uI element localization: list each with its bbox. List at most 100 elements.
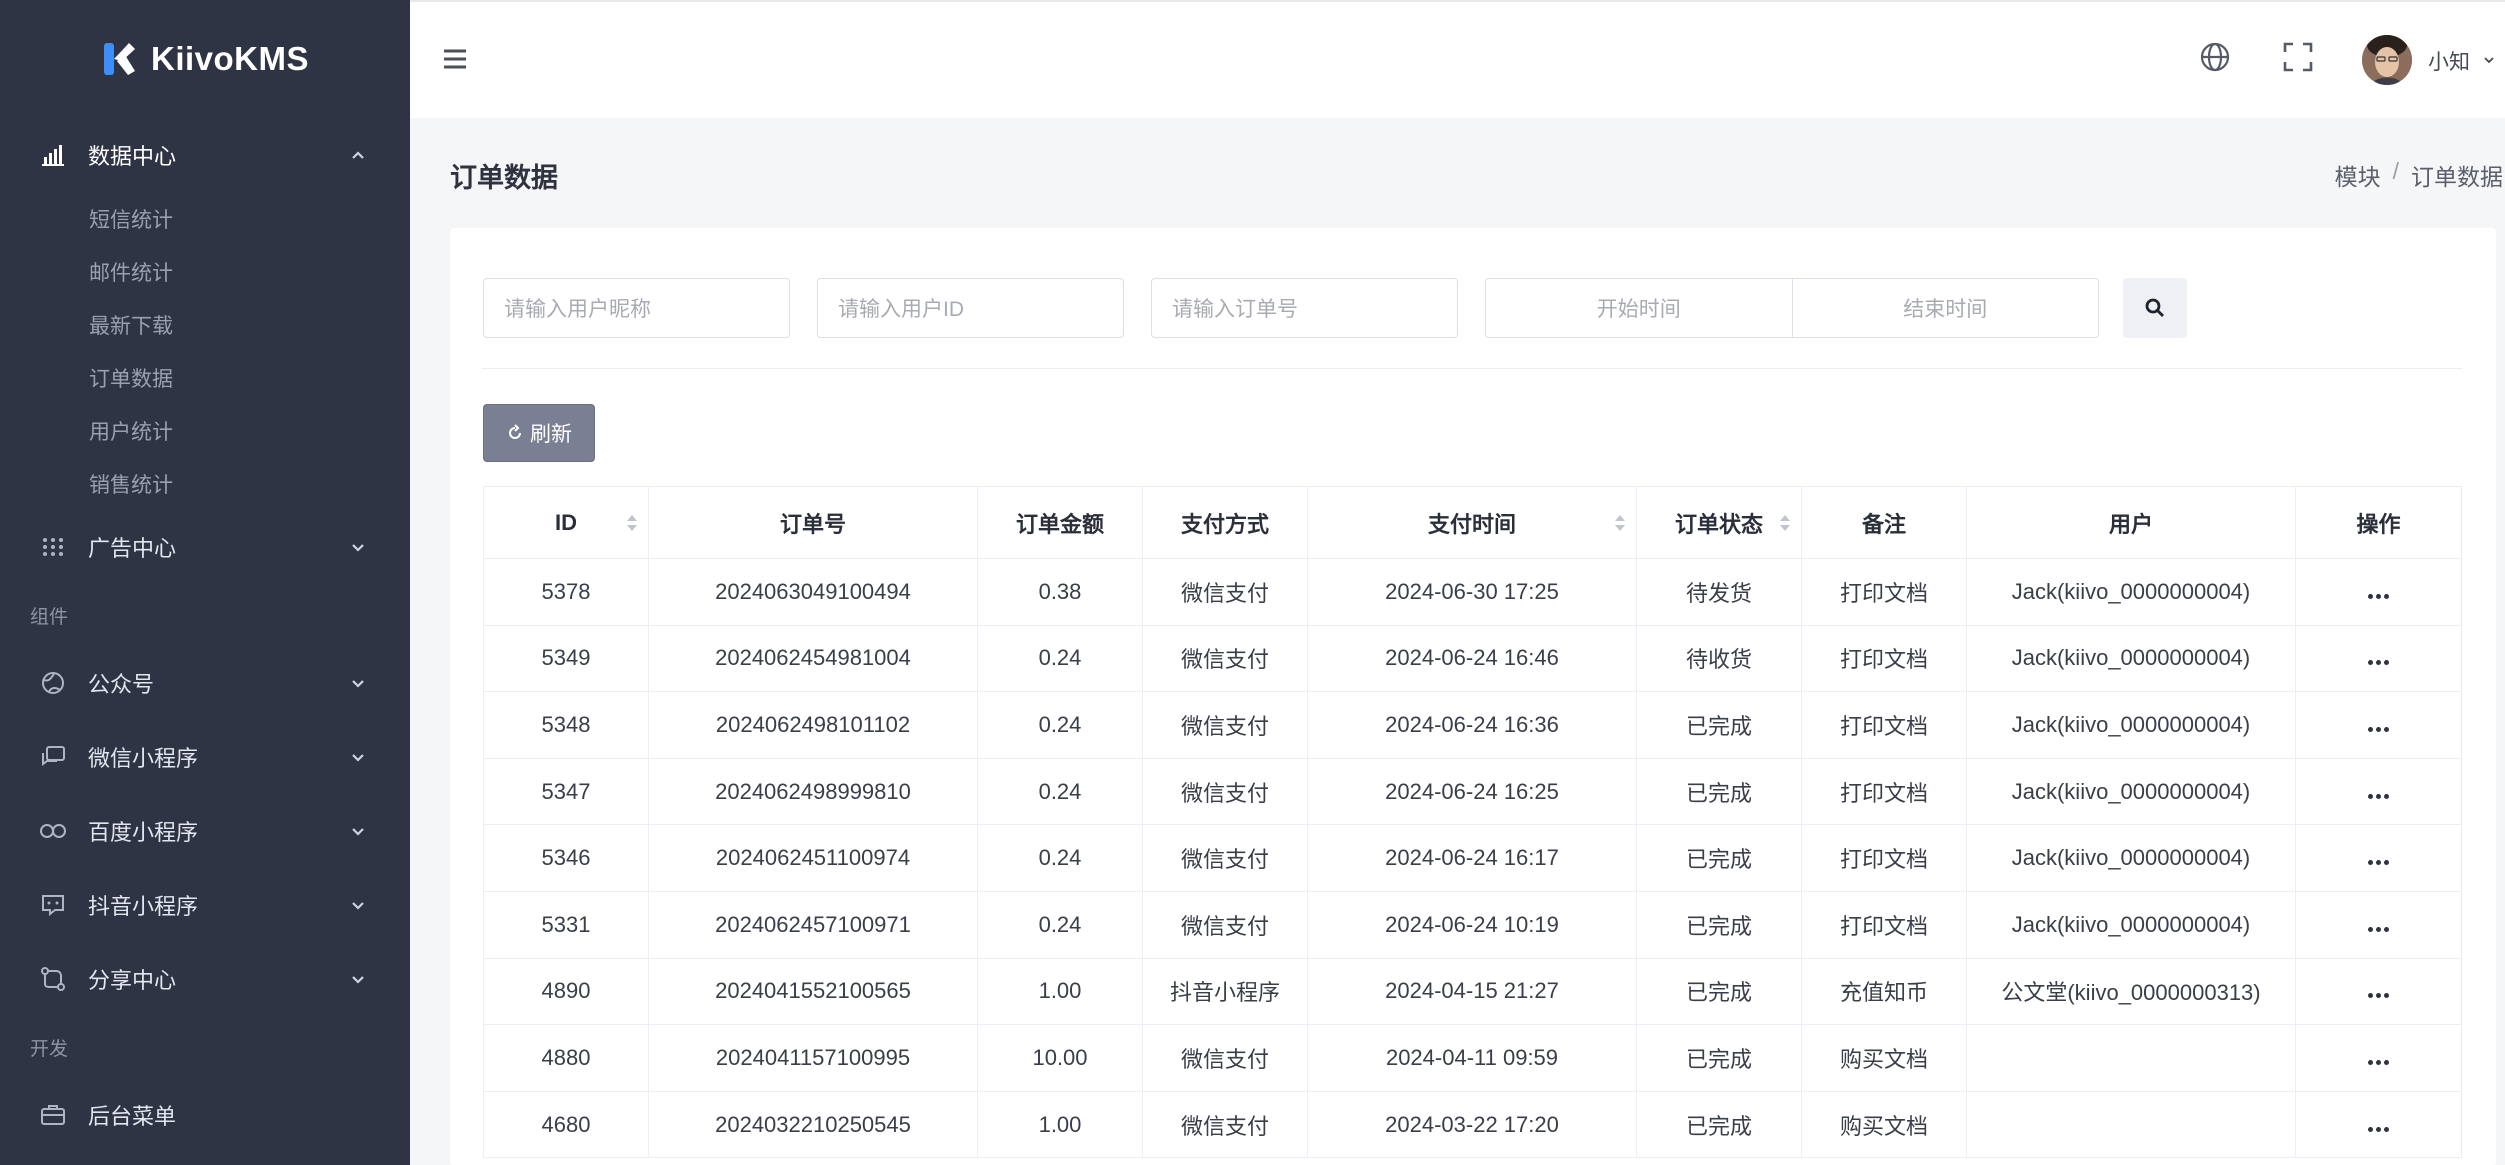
col-header-id[interactable]: ID (483, 486, 649, 559)
cell-order-no: 2024062498101102 (648, 691, 978, 759)
sort-icon[interactable] (626, 512, 638, 534)
submenu-item-order-data[interactable]: 订单数据 (0, 351, 410, 404)
col-header-order-no: 订单号 (648, 486, 978, 559)
menu-label: 数据中心 (88, 144, 177, 169)
menu-wechat-miniprogram[interactable]: 微信小程序 (0, 720, 410, 794)
more-actions-icon[interactable] (2368, 993, 2389, 999)
start-date-input[interactable]: 开始时间 (1486, 279, 1792, 337)
cell-amount: 1.00 (977, 1090, 1143, 1159)
chevron-down-icon (352, 828, 364, 836)
table-row: 5347 2024062498999810 0.24 微信支付 2024-06-24 1… (483, 757, 2462, 826)
menu-label: 广告中心 (88, 536, 177, 561)
menu-label: 后台菜单 (88, 1104, 177, 1129)
menu-douyin-miniprogram[interactable]: 抖音小程序 (0, 868, 410, 942)
bar-chart-icon (38, 140, 68, 170)
chat-bubble-icon (38, 742, 68, 772)
cell-payment-method: 微信支付 (1142, 624, 1308, 693)
chevron-down-icon[interactable] (2482, 53, 2496, 67)
cell-order-no: 2024032210250545 (648, 1090, 978, 1159)
cell-payment-method: 微信支付 (1142, 1024, 1308, 1092)
date-range-picker[interactable]: 开始时间 结束时间 (1485, 278, 2099, 338)
menu-label: 百度小程序 (88, 820, 199, 845)
search-icon (2145, 298, 2164, 317)
end-date-input[interactable]: 结束时间 (1791, 279, 2099, 337)
more-actions-icon[interactable] (2368, 793, 2389, 799)
col-header-payment-method: 支付方式 (1142, 486, 1308, 559)
brand-logo[interactable]: KiivoKMS (0, 0, 410, 118)
cell-id: 5331 (483, 890, 649, 959)
more-actions-icon[interactable] (2368, 593, 2389, 599)
cell-amount: 0.24 (977, 624, 1143, 693)
breadcrumb-item-module[interactable]: 模块 (2335, 158, 2381, 192)
chevron-down-icon (352, 754, 364, 762)
more-actions-icon[interactable] (2368, 860, 2389, 866)
col-header-amount: 订单金额 (977, 486, 1143, 559)
cell-id: 5349 (483, 624, 649, 693)
username[interactable]: 小知 (2428, 46, 2470, 76)
more-actions-icon[interactable] (2368, 926, 2389, 932)
submenu-item-sales-stats[interactable]: 销售统计 (0, 457, 410, 510)
menu-ad-center[interactable]: 广告中心 (0, 510, 410, 584)
language-globe-icon[interactable] (2198, 40, 2232, 74)
search-button[interactable] (2123, 278, 2187, 338)
col-header-status[interactable]: 订单状态 (1636, 486, 1802, 559)
cell-actions (2295, 757, 2462, 826)
cell-remark: 打印文档 (1801, 624, 1967, 693)
cell-payment-time: 2024-06-24 10:19 (1307, 890, 1637, 959)
infinity-icon (38, 816, 68, 846)
order-number-input[interactable]: 请输入订单号 (1151, 278, 1458, 338)
menu-admin-menu[interactable]: 后台菜单 (0, 1078, 410, 1152)
cell-status: 待发货 (1636, 558, 1802, 626)
cell-remark: 充值知币 (1801, 957, 1967, 1026)
col-header-actions: 操作 (2295, 486, 2462, 559)
cell-order-no: 2024041552100565 (648, 957, 978, 1026)
menu-baidu-miniprogram[interactable]: 百度小程序 (0, 794, 410, 868)
more-actions-icon[interactable] (2368, 1126, 2389, 1132)
message-square-icon (38, 890, 68, 920)
cell-payment-time: 2024-06-24 16:17 (1307, 824, 1637, 892)
refresh-button[interactable]: 刷新 (483, 404, 595, 462)
cell-remark: 购买文档 (1801, 1024, 1967, 1092)
submenu-item-email-stats[interactable]: 邮件统计 (0, 245, 410, 298)
nickname-input[interactable]: 请输入用户昵称 (483, 278, 790, 338)
cell-id: 4890 (483, 957, 649, 1026)
sort-icon[interactable] (1614, 512, 1626, 534)
brand-name: KiivoKMS (150, 40, 309, 77)
submenu-item-user-stats[interactable]: 用户统计 (0, 404, 410, 457)
cell-order-no: 2024041157100995 (648, 1024, 978, 1092)
more-actions-icon[interactable] (2368, 660, 2389, 666)
cell-id: 5347 (483, 757, 649, 826)
cell-actions (2295, 1090, 2462, 1159)
hamburger-menu-icon[interactable] (440, 44, 470, 74)
table-row: 4680 2024032210250545 1.00 微信支付 2024-03-22 1… (483, 1090, 2462, 1159)
sort-icon[interactable] (1779, 512, 1791, 534)
col-header-payment-time[interactable]: 支付时间 (1307, 486, 1637, 559)
submenu-item-sms-stats[interactable]: 短信统计 (0, 192, 410, 245)
more-actions-icon[interactable] (2368, 1059, 2389, 1065)
cell-id: 5346 (483, 824, 649, 892)
cell-status: 已完成 (1636, 957, 1802, 1026)
cell-status: 已完成 (1636, 1024, 1802, 1092)
fullscreen-icon[interactable] (2281, 40, 2315, 74)
cell-status: 已完成 (1636, 824, 1802, 892)
more-actions-icon[interactable] (2368, 726, 2389, 732)
avatar[interactable] (2362, 35, 2412, 85)
user-id-input[interactable]: 请输入用户ID (817, 278, 1124, 338)
breadcrumb-separator: / (2392, 158, 2399, 184)
menu-data-center[interactable]: 数据中心 (0, 118, 410, 192)
cell-amount: 0.38 (977, 558, 1143, 626)
cell-actions (2295, 890, 2462, 959)
cell-status: 已完成 (1636, 691, 1802, 759)
menu-official-account[interactable]: 公众号 (0, 646, 410, 720)
cell-actions (2295, 691, 2462, 759)
page-title: 订单数据 (450, 163, 558, 193)
menu-label: 抖音小程序 (88, 894, 199, 919)
menu-share-center[interactable]: 分享中心 (0, 942, 410, 1016)
cell-user: Jack(kiivo_0000000004) (1966, 824, 2296, 892)
cell-remark: 打印文档 (1801, 824, 1967, 892)
cell-order-no: 2024062451100974 (648, 824, 978, 892)
cell-payment-time: 2024-06-24 16:36 (1307, 691, 1637, 759)
submenu-item-latest-downloads[interactable]: 最新下载 (0, 298, 410, 351)
top-header: 小知 (410, 0, 2505, 118)
cell-payment-time: 2024-04-15 21:27 (1307, 957, 1637, 1026)
